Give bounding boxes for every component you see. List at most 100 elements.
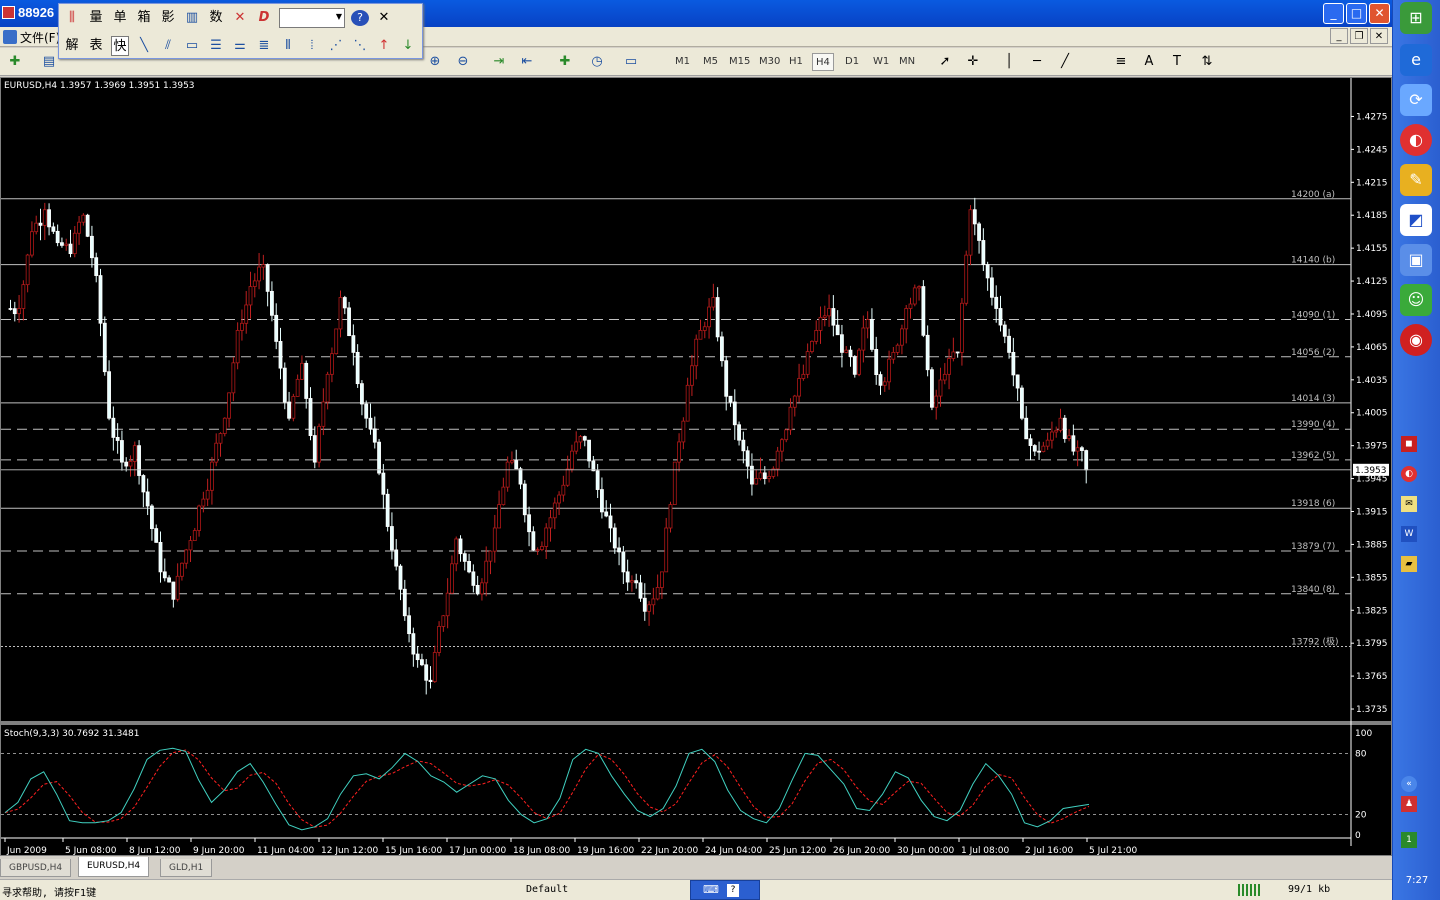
paint-icon[interactable]: ✎: [1400, 164, 1432, 196]
candle-body: [321, 401, 326, 427]
timeframe-w1[interactable]: W1: [870, 53, 892, 71]
ie-icon[interactable]: e: [1400, 44, 1432, 76]
app-red-icon[interactable]: ◐: [1400, 124, 1432, 156]
horizontal-line-icon[interactable]: ─: [1028, 53, 1046, 71]
mdi-minimize-button[interactable]: _: [1330, 28, 1348, 44]
help-icon[interactable]: ?: [351, 10, 369, 26]
cursor-icon[interactable]: ➚: [936, 53, 954, 71]
timeframe-d1[interactable]: D1: [842, 53, 862, 71]
tray-qq-icon[interactable]: ♟: [1401, 796, 1417, 812]
mdi-close-button[interactable]: ✕: [1370, 28, 1388, 44]
stoch-signal-line: [4, 749, 1090, 828]
indicators-icon[interactable]: ✚: [556, 53, 574, 71]
timeframe-h4[interactable]: H4: [812, 53, 834, 71]
ft-button-5[interactable]: 数: [207, 8, 225, 28]
chart-shift-icon[interactable]: ⇤: [518, 53, 536, 71]
ft-button-7[interactable]: 表: [87, 36, 105, 56]
ft-button-1[interactable]: 量: [87, 8, 105, 28]
channel-tool-icon[interactable]: ⫽: [159, 36, 177, 56]
timeframe-m1[interactable]: M1: [672, 53, 693, 71]
ime-help-icon[interactable]: ?: [727, 884, 739, 897]
dx-icon[interactable]: D: [255, 8, 273, 28]
bars-icon[interactable]: ▥: [183, 8, 201, 28]
tab-gbpusd[interactable]: GBPUSD,H4: [0, 859, 72, 877]
tray-ime-icon[interactable]: 1: [1401, 832, 1417, 848]
line-tool-icon[interactable]: ╲: [135, 36, 153, 56]
arrow-up-icon[interactable]: ↑: [375, 36, 393, 56]
close-button[interactable]: ✕: [1369, 3, 1390, 24]
timeframe-m5[interactable]: M5: [700, 53, 721, 71]
odl-icon[interactable]: ◉: [1400, 324, 1432, 356]
candle-body: [591, 460, 596, 472]
menu-file[interactable]: 文件(F): [20, 29, 60, 46]
ft-button-3[interactable]: 箱: [135, 8, 153, 28]
tray-app-1-icon[interactable]: ◼: [1401, 436, 1417, 452]
text-icon[interactable]: A: [1140, 53, 1158, 71]
candle-body: [527, 514, 531, 533]
app-icon: [2, 6, 15, 19]
templates-icon[interactable]: ▭: [622, 53, 640, 71]
candle-body: [90, 235, 94, 259]
chart-window[interactable]: 1.4275 1.4245 1.4215 1.4185 1.4155 1.4125 1.40…: [0, 77, 1392, 856]
candle-body: [582, 436, 587, 441]
arrows-icon[interactable]: ⇅: [1198, 53, 1216, 71]
tray-note-icon[interactable]: ✉: [1401, 496, 1417, 512]
chart-canvas[interactable]: 1.4275 1.4245 1.4215 1.4185 1.4155 1.4125 1.40…: [1, 78, 1391, 855]
text-label-icon[interactable]: T: [1168, 53, 1186, 71]
candle-body: [480, 582, 484, 595]
levels-tool-icon[interactable]: ≣: [255, 36, 273, 56]
fan-tool-icon[interactable]: ⋰: [327, 36, 345, 56]
grid-tool-icon[interactable]: ⦙: [303, 36, 321, 56]
periods-icon[interactable]: ◷: [588, 53, 606, 71]
tray-app-2-icon[interactable]: ◐: [1401, 466, 1417, 482]
tab-eurusd[interactable]: EURUSD,H4: [78, 857, 150, 877]
floating-close-icon[interactable]: ✕: [375, 8, 393, 28]
ft-button-6[interactable]: 解: [63, 36, 81, 56]
speed-tool-icon[interactable]: ⋱: [351, 36, 369, 56]
monitor-icon[interactable]: ▣: [1400, 244, 1432, 276]
zoom-in-icon[interactable]: ⊕: [426, 53, 444, 71]
crosshair-icon[interactable]: ✛: [964, 53, 982, 71]
minimize-button[interactable]: _: [1323, 3, 1344, 24]
candle-body: [762, 472, 767, 479]
keyboard-icon[interactable]: ⌨: [703, 883, 719, 896]
cross-icon[interactable]: ✕: [231, 8, 249, 28]
ime-bar[interactable]: ⌨ ?: [690, 880, 760, 900]
floating-toolbar-row-1: ⫼ 量 单 箱 影 ▥ 数 ✕ D ? ✕: [63, 6, 393, 30]
ft-button-2[interactable]: 单: [111, 8, 129, 28]
tab-gld[interactable]: GLD,H1: [160, 859, 213, 877]
start-icon[interactable]: ⊞: [1400, 2, 1432, 34]
users-icon[interactable]: ☺: [1400, 284, 1432, 316]
cycle-tool-icon[interactable]: ⦀: [279, 36, 297, 56]
auto-scroll-icon[interactable]: ⇥: [490, 53, 508, 71]
tray-folder-icon[interactable]: ▰: [1401, 556, 1417, 572]
ft-button-4[interactable]: 影: [159, 8, 177, 28]
fibonacci-icon[interactable]: ≡: [1112, 53, 1130, 71]
candle-body: [522, 483, 527, 516]
timeframe-m15[interactable]: M15: [726, 53, 753, 71]
arrow-down-icon[interactable]: ↓: [399, 36, 417, 56]
ft-button-8[interactable]: 快: [111, 36, 129, 56]
trendline-icon[interactable]: ╱: [1056, 53, 1074, 71]
profiles-icon[interactable]: ▤: [40, 53, 58, 71]
refresh-icon[interactable]: ⟳: [1400, 84, 1432, 116]
toolbar-combo[interactable]: [279, 8, 345, 28]
doc-icon[interactable]: [3, 30, 17, 44]
grid-app-icon[interactable]: ◩: [1400, 204, 1432, 236]
tray-expand-icon[interactable]: «: [1401, 776, 1417, 792]
rectangle-tool-icon[interactable]: ▭: [183, 36, 201, 56]
timeframe-h1[interactable]: H1: [786, 53, 806, 71]
mdi-restore-button[interactable]: ❐: [1350, 28, 1368, 44]
zoom-out-icon[interactable]: ⊖: [454, 53, 472, 71]
candle-body: [642, 597, 647, 612]
maximize-button[interactable]: □: [1346, 3, 1367, 24]
candle-icon[interactable]: ⫼: [63, 8, 81, 28]
vertical-line-icon[interactable]: │: [1000, 53, 1018, 71]
tray-word-icon[interactable]: W: [1401, 526, 1417, 542]
fibo-tool-icon[interactable]: ☰: [207, 36, 225, 56]
candle-body: [184, 549, 189, 564]
new-order-icon[interactable]: ✚: [6, 53, 24, 71]
timeframe-mn[interactable]: MN: [896, 53, 918, 71]
gann-tool-icon[interactable]: ⚌: [231, 36, 249, 56]
timeframe-m30[interactable]: M30: [756, 53, 783, 71]
